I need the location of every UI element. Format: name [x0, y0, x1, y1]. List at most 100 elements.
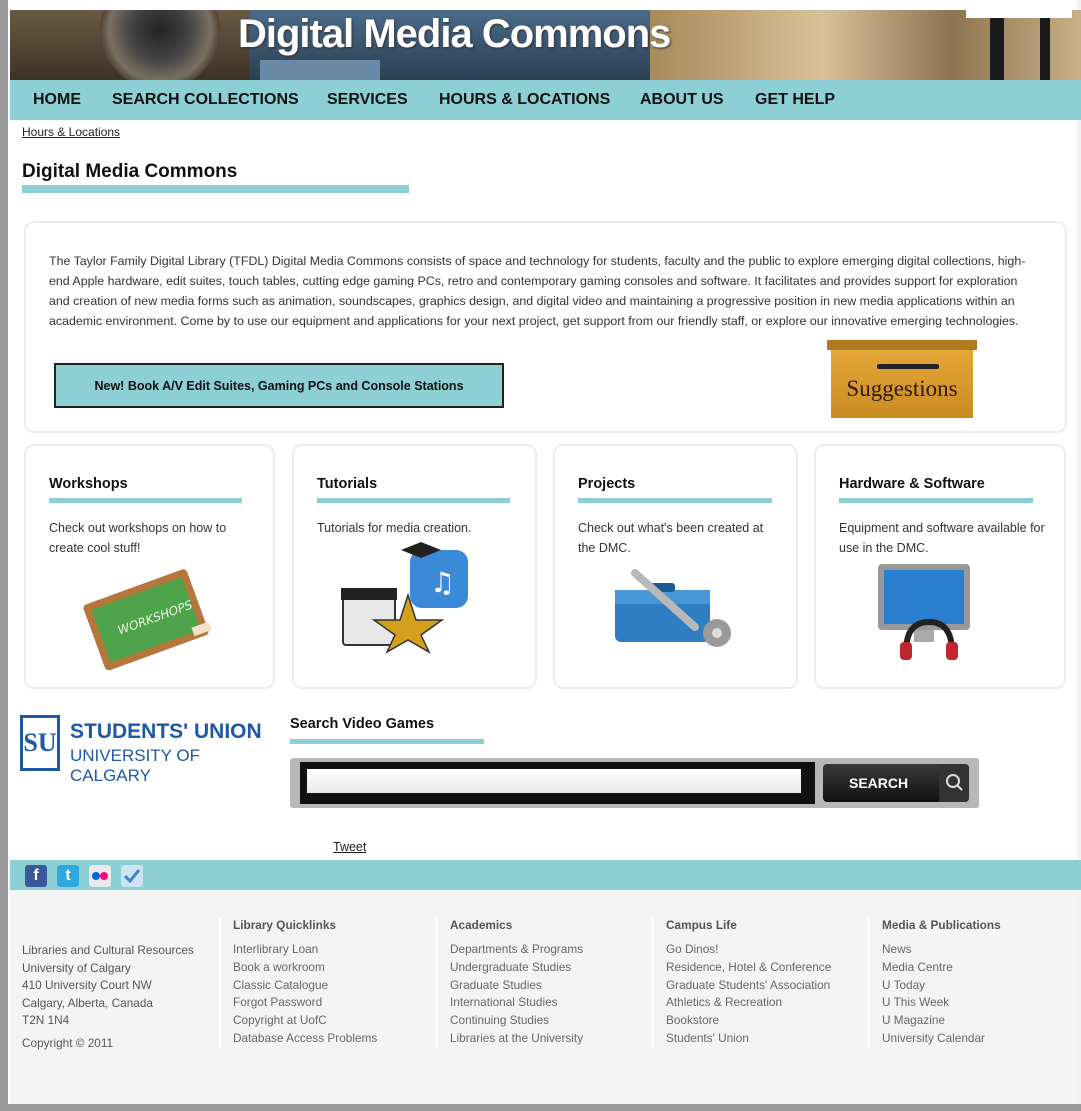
foursquare-icon[interactable]: [121, 865, 143, 887]
footer-link[interactable]: Departments & Programs: [450, 941, 650, 959]
footer-link[interactable]: Students' Union: [666, 1030, 866, 1048]
toolbox-icon[interactable]: [605, 565, 740, 650]
banner-mic-stand: [1040, 10, 1050, 80]
twitter-icon[interactable]: t: [57, 865, 79, 887]
suggestions-box-lid: [827, 340, 977, 350]
page-title: Digital Media Commons: [22, 161, 238, 182]
su-logo-line2: UNIVERSITY OF CALGARY: [70, 746, 201, 785]
su-logo-line1: STUDENTS' UNION: [70, 720, 262, 743]
card-desc-hardware-software: Equipment and software available for use…: [839, 521, 1045, 555]
search-icon: [939, 764, 969, 802]
address-line: 410 University Court NW: [22, 978, 152, 992]
speaker-image: [100, 10, 220, 80]
card-title-projects[interactable]: Projects: [578, 476, 635, 492]
footer-link[interactable]: Athletics & Recreation: [666, 994, 866, 1012]
footer-link[interactable]: Bookstore: [666, 1012, 866, 1030]
footer-link[interactable]: Libraries at the University: [450, 1030, 650, 1048]
footer-link[interactable]: Residence, Hotel & Conference: [666, 959, 866, 977]
footer-col-title: Academics: [450, 918, 513, 932]
footer-col-campus-life: Campus Life Go Dinos! Residence, Hotel &…: [652, 918, 866, 1048]
header-banner: Digital Media Commons: [10, 10, 1081, 80]
footer-link[interactable]: International Studies: [450, 994, 650, 1012]
nav-hours-locations[interactable]: HOURS & LOCATIONS: [439, 91, 610, 109]
footer-link[interactable]: Forgot Password: [233, 994, 433, 1012]
banner-monitor-detail: [260, 60, 380, 80]
search-input[interactable]: [307, 769, 801, 793]
footer-col-media-publications: Media & Publications News Media Centre U…: [868, 918, 1081, 1048]
footer-col-library-quicklinks: Library Quicklinks Interlibrary Loan Boo…: [219, 918, 433, 1048]
footer-link[interactable]: News: [882, 941, 1081, 959]
search-heading-underline: [290, 739, 484, 744]
footer-link[interactable]: Interlibrary Loan: [233, 941, 433, 959]
search-input-frame: [300, 762, 815, 804]
main-nav: HOME SEARCH COLLECTIONS SERVICES HOURS &…: [10, 80, 1081, 120]
banner-mic-stand: [990, 10, 1004, 80]
footer-link[interactable]: Graduate Studies: [450, 977, 650, 995]
card-title-hardware-software[interactable]: Hardware & Software: [839, 476, 985, 492]
suggestions-box-icon[interactable]: Suggestions: [827, 340, 977, 418]
card-underline: [317, 498, 510, 503]
footer-link[interactable]: U This Week: [882, 994, 1081, 1012]
footer-link[interactable]: Undergraduate Studies: [450, 959, 650, 977]
footer-link[interactable]: University Calendar: [882, 1030, 1081, 1048]
su-mark: SU: [20, 715, 60, 771]
footer-col-title: Campus Life: [666, 918, 737, 932]
svg-text:♫: ♫: [430, 566, 455, 599]
footer-col-title: Library Quicklinks: [233, 918, 336, 932]
students-union-logo[interactable]: SU STUDENTS' UNION UNIVERSITY OF CALGARY: [20, 715, 280, 785]
card-desc-workshops: Check out workshops on how to create coo…: [49, 521, 227, 555]
footer-link[interactable]: Copyright at UofC: [233, 1012, 433, 1030]
book-suites-button[interactable]: New! Book A/V Edit Suites, Gaming PCs an…: [54, 363, 504, 408]
monitor-headphones-icon[interactable]: [874, 562, 974, 662]
card-underline: [839, 498, 1033, 503]
footer-link[interactable]: Media Centre: [882, 959, 1081, 977]
address-line: Calgary, Alberta, Canada: [22, 995, 153, 1010]
nav-search-collections[interactable]: SEARCH COLLECTIONS: [112, 91, 299, 109]
footer-link[interactable]: Book a workroom: [233, 959, 433, 977]
footer-link[interactable]: Continuing Studies: [450, 1012, 650, 1030]
nav-get-help[interactable]: GET HELP: [755, 91, 835, 109]
search-button-label: SEARCH: [849, 775, 909, 791]
chalkboard-icon[interactable]: WORKSHOPS: [75, 565, 220, 670]
footer-link[interactable]: U Today: [882, 977, 1081, 995]
intro-text: The Taylor Family Digital Library (TFDL)…: [49, 254, 1026, 328]
footer-link[interactable]: Database Access Problems: [233, 1030, 433, 1048]
search-heading: Search Video Games: [290, 716, 435, 732]
footer-link[interactable]: Classic Catalogue: [233, 977, 433, 995]
nav-about-us[interactable]: ABOUT US: [640, 91, 724, 109]
flickr-icon[interactable]: [89, 865, 111, 887]
page-frame-left: [0, 0, 8, 1111]
banner-photo-right: [650, 10, 1081, 80]
card-title-tutorials[interactable]: Tutorials: [317, 476, 377, 492]
address-line: T2N 1N4: [22, 1013, 70, 1027]
copyright: Copyright © 2011: [22, 1036, 114, 1050]
facebook-icon[interactable]: f: [25, 865, 47, 887]
tweet-link[interactable]: Tweet: [333, 840, 366, 854]
footer-link[interactable]: Go Dinos!: [666, 941, 866, 959]
search-box: SEARCH: [290, 758, 979, 808]
address-line: Libraries and Cultural Resources: [22, 943, 194, 957]
card-desc-projects: Check out what's been created at the DMC…: [578, 521, 764, 555]
card-underline: [578, 498, 772, 503]
header-corner-box: [966, 10, 1072, 18]
social-bar: f t: [10, 860, 1081, 890]
suggestions-label: Suggestions: [846, 376, 958, 401]
footer-link[interactable]: U Magazine: [882, 1012, 1081, 1030]
card-title-workshops[interactable]: Workshops: [49, 476, 128, 492]
tutorials-media-icon[interactable]: ♫: [338, 540, 483, 655]
nav-services[interactable]: SERVICES: [327, 91, 408, 109]
card-underline: [49, 498, 242, 503]
footer-link[interactable]: Graduate Students' Association: [666, 977, 866, 995]
breadcrumb[interactable]: Hours & Locations: [22, 125, 120, 139]
title-underline: [22, 185, 409, 193]
site-title: Digital Media Commons: [238, 12, 671, 56]
footer-col-academics: Academics Departments & Programs Undergr…: [436, 918, 650, 1048]
footer-address: Libraries and Cultural Resources Univers…: [22, 942, 194, 1030]
nav-home[interactable]: HOME: [33, 91, 81, 109]
address-line: University of Calgary: [22, 960, 131, 975]
suggestions-slot: [877, 364, 939, 369]
card-desc-tutorials: Tutorials for media creation.: [317, 521, 472, 535]
footer-col-title: Media & Publications: [882, 918, 1001, 932]
search-button[interactable]: SEARCH: [823, 764, 969, 802]
page-frame-bottom: [0, 1104, 1081, 1111]
